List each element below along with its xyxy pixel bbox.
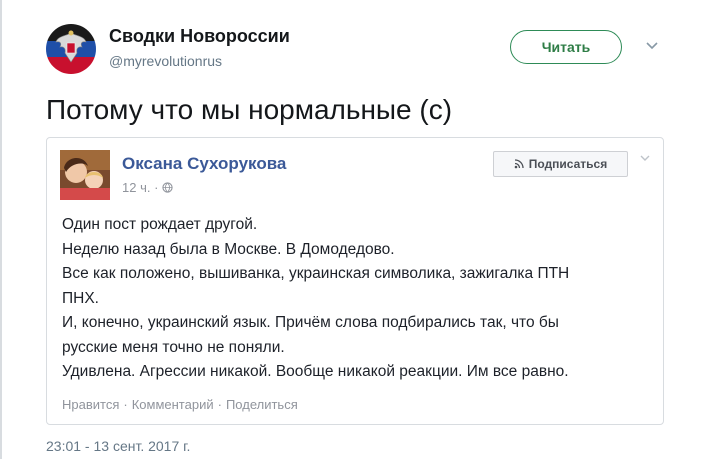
profile-avatar[interactable] — [46, 24, 96, 74]
display-name[interactable]: Сводки Новороссии — [109, 26, 290, 47]
tweet-timestamp[interactable]: 23:01 - 13 сент. 2017 г. — [46, 438, 190, 454]
tweet-text: Потому что мы нормальные (с) — [46, 94, 453, 125]
fb-post-line: И, конечно, украинский язык. Причём слов… — [62, 314, 559, 331]
globe-icon — [162, 182, 174, 193]
fb-post-line: Все как положено, вышиванка, украинская … — [62, 265, 570, 282]
fb-post-line: Удивлена. Агрессии никакой. Вообще никак… — [62, 363, 569, 380]
embedded-post-card: Оксана Сухорукова 12 ч. · Подписаться Од… — [46, 137, 664, 425]
fb-post-line: ПНХ. — [62, 289, 99, 307]
chevron-down-icon[interactable] — [644, 38, 660, 54]
left-divider — [0, 0, 2, 459]
fb-time-label: 12 ч. · — [122, 180, 159, 195]
fb-like-link: Нравится — [62, 397, 120, 412]
fb-post-time: 12 ч. · — [122, 180, 174, 195]
follow-button[interactable]: Читать — [510, 30, 622, 64]
fb-author-avatar — [60, 150, 110, 200]
chevron-down-icon — [640, 155, 650, 161]
fb-post-body: Один пост рождает другой. Неделю назад б… — [62, 213, 652, 385]
fb-post-actions: Нравится · Комментарий · Поделиться — [62, 397, 298, 412]
fb-subscribe-label: Подписаться — [528, 157, 608, 171]
fb-post-line: Неделю назад была в Москве. В Домодедово… — [62, 240, 395, 258]
photo-icon — [60, 150, 110, 200]
coat-of-arms-icon — [46, 24, 96, 74]
separator: · — [217, 397, 222, 412]
rss-icon — [514, 159, 524, 169]
separator: · — [123, 397, 128, 412]
fb-post-line: Один пост рождает другой. — [62, 216, 258, 233]
fb-post-line: русские меня точно не поняли. — [62, 338, 285, 356]
fb-share-link: Поделиться — [225, 397, 298, 412]
user-handle[interactable]: @myrevolutionrus — [109, 53, 222, 69]
fb-author-name: Оксана Сухорукова — [122, 154, 287, 173]
fb-comment-link: Комментарий — [131, 397, 214, 412]
fb-subscribe-button: Подписаться — [493, 151, 628, 177]
